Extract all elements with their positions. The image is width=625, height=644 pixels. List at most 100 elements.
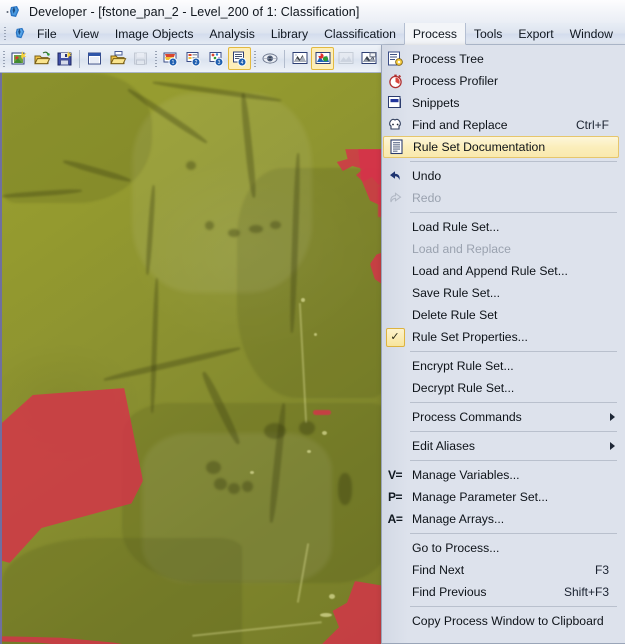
building-roof bbox=[314, 333, 317, 336]
menu-item-load-rule-set[interactable]: Load Rule Set... bbox=[382, 216, 625, 238]
menu-library[interactable]: Library bbox=[263, 23, 316, 44]
tree-canopy bbox=[242, 481, 253, 492]
menu-item-label: Find Next bbox=[412, 563, 465, 577]
building-roof bbox=[322, 431, 327, 435]
menu-item-load-and-append-rule-set[interactable]: Load and Append Rule Set... bbox=[382, 260, 625, 282]
menu-item-save-rule-set[interactable]: Save Rule Set... bbox=[382, 282, 625, 304]
feature-view-button[interactable] bbox=[357, 47, 380, 70]
view-layer-2-button[interactable]: 2 bbox=[182, 47, 205, 70]
menu-item-manage-parameter-set[interactable]: P= Manage Parameter Set... bbox=[382, 486, 625, 508]
menu-item-process-tree[interactable]: Process Tree bbox=[382, 48, 625, 70]
tree-canopy bbox=[205, 221, 214, 230]
view-layer-3-button[interactable]: 3 bbox=[205, 47, 228, 70]
menu-classification-label: Classification bbox=[324, 26, 396, 41]
menu-analysis-label: Analysis bbox=[209, 26, 255, 41]
menu-item-undo[interactable]: Undo bbox=[382, 165, 625, 187]
no-icon bbox=[382, 537, 408, 559]
menu-classification[interactable]: Classification bbox=[316, 23, 404, 44]
menu-item-label: Load and Append Rule Set... bbox=[412, 264, 568, 278]
checkmark-icon: ✓ bbox=[382, 326, 408, 348]
menu-item-edit-aliases[interactable]: Edit Aliases bbox=[382, 435, 625, 457]
menu-item-label: Process Tree bbox=[412, 52, 484, 66]
menu-item-label: Edit Aliases bbox=[412, 439, 476, 453]
tree-canopy bbox=[214, 478, 227, 490]
submenu-arrow-icon bbox=[610, 413, 615, 421]
save-workspace-button[interactable] bbox=[129, 47, 152, 70]
toolbar-drag-handle-3[interactable] bbox=[251, 45, 258, 72]
menu-item-load-and-replace: Load and Replace bbox=[382, 238, 625, 260]
no-icon bbox=[382, 238, 408, 260]
menu-image-objects[interactable]: Image Objects bbox=[107, 23, 202, 44]
no-icon bbox=[382, 581, 408, 603]
save-project-button[interactable] bbox=[53, 47, 76, 70]
process-menu-dropdown[interactable]: Process Tree Process Profiler Snippets F… bbox=[381, 45, 625, 644]
menu-analysis[interactable]: Analysis bbox=[201, 23, 262, 44]
menu-separator bbox=[382, 348, 625, 355]
menu-item-manage-variables[interactable]: V= Manage Variables... bbox=[382, 464, 625, 486]
menu-item-rule-set-documentation[interactable]: Rule Set Documentation bbox=[383, 136, 619, 158]
view-layer-1-button[interactable]: 1 bbox=[159, 47, 182, 70]
open-image-button[interactable] bbox=[30, 47, 53, 70]
menu-tools[interactable]: Tools bbox=[466, 23, 510, 44]
menu-item-process-profiler[interactable]: Process Profiler bbox=[382, 70, 625, 92]
building-roof bbox=[320, 613, 332, 617]
menu-bar: File View Image Objects Analysis Library… bbox=[0, 23, 625, 45]
menu-item-accelerator: Ctrl+F bbox=[576, 118, 609, 132]
menu-item-label: Manage Variables... bbox=[412, 468, 520, 482]
menu-file[interactable]: File bbox=[29, 23, 65, 44]
no-icon bbox=[382, 355, 408, 377]
menu-item-manage-arrays[interactable]: A= Manage Arrays... bbox=[382, 508, 625, 530]
menu-item-label: Encrypt Rule Set... bbox=[412, 359, 514, 373]
menu-library-label: Library bbox=[270, 26, 309, 41]
svg-text:1: 1 bbox=[171, 60, 174, 66]
toolbar-drag-handle-1[interactable] bbox=[0, 45, 7, 72]
building-roof bbox=[307, 450, 311, 453]
menu-item-go-to-process[interactable]: Go to Process... bbox=[382, 537, 625, 559]
menu-process[interactable]: Process bbox=[403, 23, 466, 45]
menu-item-rule-set-properties[interactable]: ✓ Rule Set Properties... bbox=[382, 326, 625, 348]
classification-view-button[interactable] bbox=[311, 47, 334, 70]
menu-separator bbox=[382, 209, 625, 216]
classified-region bbox=[313, 410, 331, 415]
menu-item-find-previous[interactable]: Find Previous Shift+F3 bbox=[382, 581, 625, 603]
menu-item-decrypt-rule-set[interactable]: Decrypt Rule Set... bbox=[382, 377, 625, 399]
image-canvas[interactable] bbox=[0, 73, 385, 644]
menu-item-process-commands[interactable]: Process Commands bbox=[382, 406, 625, 428]
menu-tools-label: Tools bbox=[473, 26, 503, 41]
window-title: Developer - [fstone_pan_2 - Level_200 of… bbox=[29, 4, 360, 19]
menu-item-accelerator: F3 bbox=[594, 563, 609, 577]
pixel-view-button[interactable] bbox=[258, 47, 281, 70]
open-workspace-button[interactable] bbox=[106, 47, 129, 70]
menu-view[interactable]: View bbox=[65, 23, 107, 44]
no-icon bbox=[382, 406, 408, 428]
classification-view-icon bbox=[315, 52, 330, 64]
layer-view-button[interactable] bbox=[288, 47, 311, 70]
toolbar-drag-handle-2[interactable] bbox=[152, 45, 159, 72]
menu-item-snippets[interactable]: Snippets bbox=[382, 92, 625, 114]
menu-item-find-and-replace[interactable]: Find and Replace Ctrl+F bbox=[382, 114, 625, 136]
svg-text:3: 3 bbox=[217, 60, 220, 66]
menu-export[interactable]: Export bbox=[510, 23, 561, 44]
menu-item-label: Decrypt Rule Set... bbox=[412, 381, 515, 395]
menu-help[interactable]: Help bbox=[621, 23, 625, 44]
view-setting-1-icon: 1 bbox=[163, 52, 177, 67]
menu-item-label: Undo bbox=[412, 169, 442, 183]
menu-item-label: Manage Arrays... bbox=[412, 512, 505, 526]
samples-view-button[interactable] bbox=[334, 47, 357, 70]
feature-view-icon bbox=[361, 52, 376, 64]
menu-item-label: Delete Rule Set bbox=[412, 308, 498, 322]
menu-item-label: Save Rule Set... bbox=[412, 286, 501, 300]
menu-window[interactable]: Window bbox=[562, 23, 621, 44]
view-layer-4-button[interactable]: 4 bbox=[228, 47, 251, 70]
menu-image-objects-label: Image Objects bbox=[114, 26, 194, 41]
menu-separator bbox=[382, 158, 625, 165]
menu-item-copy-process-window-to-clipboard[interactable]: Copy Process Window to Clipboard bbox=[382, 610, 625, 632]
menubar-drag-handle[interactable] bbox=[0, 23, 9, 44]
tree-canopy bbox=[270, 221, 281, 229]
open-project-button[interactable] bbox=[7, 47, 30, 70]
menu-item-encrypt-rule-set[interactable]: Encrypt Rule Set... bbox=[382, 355, 625, 377]
new-workspace-button[interactable] bbox=[83, 47, 106, 70]
svg-text:4: 4 bbox=[240, 60, 243, 66]
menu-item-delete-rule-set[interactable]: Delete Rule Set bbox=[382, 304, 625, 326]
menu-item-find-next[interactable]: Find Next F3 bbox=[382, 559, 625, 581]
